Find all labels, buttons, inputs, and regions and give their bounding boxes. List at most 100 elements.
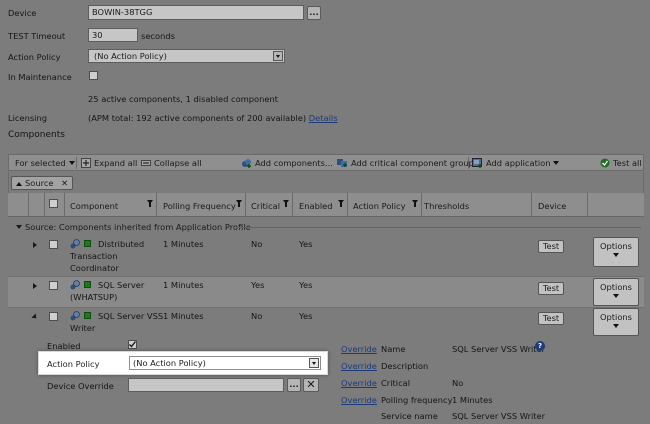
table-row[interactable]: SQL Server VSS Writer 1 Minutes No Yes T… (8, 308, 644, 338)
action-policy-label: Action Policy (8, 52, 61, 62)
prop-key: Critical (381, 378, 411, 388)
col-divider (245, 193, 246, 217)
check-icon (129, 341, 137, 348)
group-header-label: Source: Components inherited from Applic… (25, 222, 251, 232)
collapse-row-icon[interactable] (31, 313, 39, 321)
add-critical-group-button[interactable]: Add critical component group (337, 158, 474, 170)
col-critical[interactable]: Critical (251, 201, 280, 211)
override-link[interactable]: Override (341, 361, 377, 371)
close-icon[interactable]: ✕ (61, 178, 68, 188)
licensing-text: (APM total: 192 active components of 200… (88, 113, 338, 123)
action-policy-value: (No Action Policy) (94, 51, 167, 61)
override-link[interactable]: Override (341, 378, 377, 388)
override-link[interactable]: Override (341, 344, 377, 354)
component-icon (70, 239, 80, 251)
sort-up-icon (16, 182, 22, 186)
test-button[interactable]: Test (538, 240, 564, 253)
expand-icon (81, 158, 91, 170)
add-components-label: Add components... (255, 158, 333, 168)
col-divider (421, 193, 422, 217)
expand-row-icon[interactable] (33, 283, 37, 289)
col-divider (28, 193, 29, 217)
chevron-down-icon (273, 51, 283, 61)
col-device[interactable]: Device (538, 201, 566, 211)
filter-icon[interactable] (338, 200, 344, 207)
collapse-group-icon[interactable] (16, 225, 22, 229)
col-action-policy[interactable]: Action Policy (353, 201, 406, 211)
toolbar-divider (76, 157, 77, 169)
collapse-all-button[interactable]: Collapse all (141, 158, 202, 170)
device-browse-button[interactable]: ... (307, 6, 321, 20)
component-name[interactable]: SQL Server VSS (98, 311, 163, 321)
critical-value: No (251, 311, 263, 321)
for-selected-dropdown[interactable]: For selected (15, 158, 75, 168)
override-link[interactable]: Override (341, 395, 377, 405)
collapse-icon (141, 158, 151, 170)
select-all-checkbox[interactable] (49, 199, 58, 208)
row-checkbox[interactable] (49, 312, 58, 321)
prop-key: Name (381, 344, 406, 354)
test-button[interactable]: Test (538, 312, 564, 325)
expand-row-icon[interactable] (33, 242, 37, 248)
action-policy-select[interactable]: (No Action Policy) (88, 49, 285, 63)
device-label: Device (8, 8, 37, 18)
options-label: Options (599, 282, 632, 292)
col-divider (156, 193, 157, 217)
device-override-clear-button[interactable]: ✕ (303, 378, 319, 392)
row-checkbox[interactable] (49, 281, 58, 290)
options-button[interactable]: Options (593, 237, 639, 267)
options-button[interactable]: Options (593, 278, 639, 306)
group-header-line (236, 227, 641, 228)
test-all-button[interactable]: Test all (600, 158, 642, 170)
component-icon (70, 311, 80, 323)
component-name-line2: Transaction (70, 251, 118, 261)
detail-action-policy-select[interactable]: (No Action Policy) (129, 356, 321, 370)
add-components-button[interactable]: Add components... (241, 158, 333, 170)
device-override-input[interactable] (128, 378, 284, 392)
enabled-value: Yes (299, 239, 313, 249)
component-name-line2: Writer (70, 323, 96, 333)
status-up-icon (84, 281, 91, 288)
row-checkbox[interactable] (49, 240, 58, 249)
col-enabled[interactable]: Enabled (299, 201, 333, 211)
help-icon[interactable]: ? (535, 341, 545, 351)
test-button[interactable]: Test (538, 282, 564, 295)
filter-icon[interactable] (412, 200, 418, 207)
group-chip-source[interactable]: Source ✕ (11, 176, 74, 190)
maintenance-checkbox[interactable] (89, 71, 98, 80)
table-row[interactable]: Distributed Transaction Coordinator 1 Mi… (8, 235, 644, 277)
expand-all-button[interactable]: Expand all (81, 158, 137, 170)
filter-icon[interactable] (147, 200, 153, 207)
table-row[interactable]: SQL Server (WHATSUP) 1 Minutes Yes Yes T… (8, 277, 644, 308)
add-application-dropdown[interactable]: Add application (472, 158, 560, 170)
timeout-label: TEST Timeout (8, 31, 66, 41)
timeout-input[interactable]: 30 (88, 28, 138, 42)
critical-value: No (251, 239, 263, 249)
component-name-line3: Coordinator (70, 263, 119, 273)
col-thresholds[interactable]: Thresholds (424, 201, 469, 211)
device-field[interactable]: BOWIN-38TGG (88, 5, 304, 20)
enabled-value: Yes (299, 280, 313, 290)
component-name[interactable]: SQL Server (98, 280, 144, 290)
collapse-all-label: Collapse all (154, 158, 202, 168)
chevron-down-icon (613, 324, 619, 328)
detail-enabled-checkbox[interactable] (128, 340, 137, 349)
device-override-browse-button[interactable]: ... (287, 378, 301, 392)
filter-icon[interactable] (283, 200, 289, 207)
component-name[interactable]: Distributed (98, 239, 144, 249)
col-divider (347, 193, 348, 217)
col-polling[interactable]: Polling Frequency (163, 201, 236, 211)
col-component[interactable]: Component (70, 201, 118, 211)
group-by-area (8, 172, 644, 193)
licensing-summary: (APM total: 192 active components of 200… (88, 113, 307, 123)
polling-value: 1 Minutes (163, 311, 204, 321)
components-toolbar: For selected Expand all Collapse all Add… (8, 154, 644, 171)
group-header-row: Source: Components inherited from Applic… (8, 218, 644, 234)
component-icon (70, 280, 80, 292)
component-name-line2: (WHATSUP) (70, 292, 118, 302)
licensing-details-link[interactable]: Details (309, 113, 338, 123)
options-button[interactable]: Options (593, 308, 639, 336)
filter-icon[interactable] (236, 200, 242, 207)
test-all-label: Test all (613, 158, 642, 168)
components-title: Components (8, 130, 65, 140)
